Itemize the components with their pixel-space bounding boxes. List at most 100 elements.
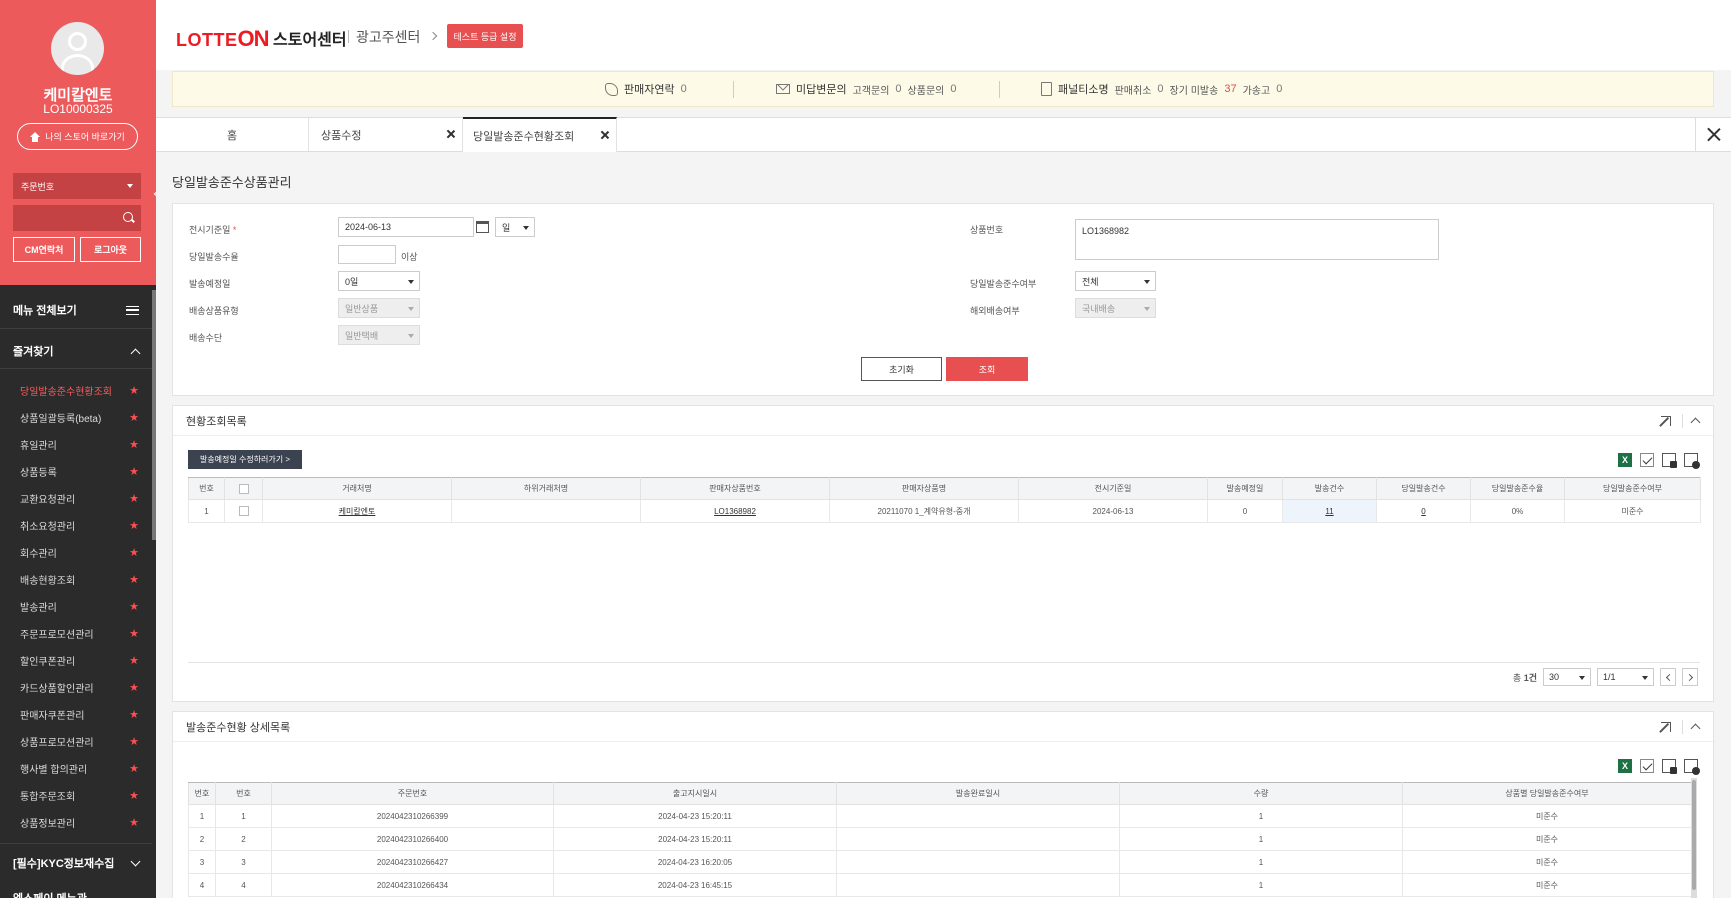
star-icon[interactable]: ★ [129,573,139,586]
column-header[interactable]: 하위거래처명 [451,477,641,500]
long-unshipped-count[interactable]: 37 [1224,83,1236,95]
order-search-type-select[interactable]: 주문번호 [13,173,141,199]
select-all-checkbox[interactable] [238,483,249,494]
favorite-item[interactable]: 당일발송준수현황조회 ★ [0,377,152,404]
star-icon[interactable]: ★ [129,465,139,478]
my-store-button[interactable]: 나의 스토어 바로가기 [17,123,138,150]
save-icon[interactable] [1662,759,1677,774]
table-cell-link[interactable]: 11 [1282,499,1377,523]
product-no-textarea[interactable]: LO1368982 [1075,219,1439,260]
tab-product-edit[interactable]: 상품수정 [309,118,463,151]
star-icon[interactable]: ★ [129,411,139,424]
table-row[interactable]: 4 4 2024042310266434 2024-04-23 16:45:15… [188,873,1692,897]
column-header[interactable]: 출고지시일시 [553,782,837,805]
save-icon[interactable] [1662,453,1677,468]
favorite-item[interactable]: 휴일관리 ★ [0,431,152,458]
period-unit-select[interactable]: 일 [495,217,535,237]
column-header[interactable]: 발송예정일 [1207,477,1283,500]
column-header[interactable]: 번호 [188,477,225,500]
favorite-item[interactable]: 카드상품할인관리 ★ [0,674,152,701]
favorite-item[interactable]: 상품일괄등록(beta) ★ [0,404,152,431]
detail-scrollbar[interactable] [1691,778,1697,898]
column-header[interactable]: 상품별 당일발송준수여부 [1402,782,1692,805]
check-icon[interactable] [1640,453,1654,467]
reset-button[interactable]: 초기화 [861,357,942,381]
column-header[interactable]: 판매자상품명 [829,477,1019,500]
column-header[interactable]: 당일발송준수율 [1470,477,1565,500]
star-icon[interactable]: ★ [129,762,139,775]
search-button[interactable]: 조회 [946,357,1028,381]
favorite-item[interactable]: 판매자쿠폰관리 ★ [0,701,152,728]
column-header-select-all[interactable] [224,477,263,500]
row-checkbox[interactable] [238,506,249,516]
close-icon[interactable] [600,130,610,140]
cm-contact-button[interactable]: CM연락처 [13,237,75,262]
column-header[interactable]: 수량 [1119,782,1403,805]
column-header[interactable]: 번호 [188,782,216,805]
tab-same-day-shipping[interactable]: 당일발송준수현황조회 [463,117,617,152]
star-icon[interactable]: ★ [129,654,139,667]
favorite-item[interactable]: 발송관리 ★ [0,593,152,620]
column-header[interactable]: 판매자상품번호 [640,477,830,500]
tab-home[interactable]: 홈 [156,118,309,151]
table-row[interactable]: 3 3 2024042310266427 2024-04-23 16:20:05… [188,850,1692,874]
star-icon[interactable]: ★ [129,681,139,694]
expand-icon[interactable] [1661,416,1671,426]
favorite-item[interactable]: 교환요청관리 ★ [0,485,152,512]
favorite-item[interactable]: 회수관리 ★ [0,539,152,566]
column-header[interactable]: 당일발송건수 [1376,477,1471,500]
seller-contact-count[interactable]: 0 [681,83,687,95]
star-icon[interactable]: ★ [129,627,139,640]
star-icon[interactable]: ★ [129,519,139,532]
table-row[interactable]: 1 케미칼엔토 LO1368982 20211070 1_계약유형-중개 202… [188,499,1701,523]
table-cell-link[interactable]: 케미칼엔토 [262,499,452,523]
favorite-item[interactable]: 상품등록 ★ [0,458,152,485]
column-header[interactable]: 주문번호 [271,782,554,805]
column-header[interactable]: 발송건수 [1282,477,1377,500]
sidebar-scrollbar[interactable] [152,290,156,540]
customer-inquiry-count[interactable]: 0 [895,83,901,95]
favorite-item[interactable]: 상품프로모션관리 ★ [0,728,152,755]
column-header[interactable]: 번호 [215,782,272,805]
star-icon[interactable]: ★ [129,789,139,802]
test-grade-button[interactable]: 테스트 등급 설정 [447,24,523,48]
order-search-input[interactable] [13,205,141,231]
seller-contact[interactable]: 판매자연락 0 [605,81,687,97]
ship-due-select[interactable]: 0일 [338,271,420,291]
star-icon[interactable]: ★ [129,438,139,451]
prev-page-button[interactable] [1660,668,1676,686]
favorites-header[interactable]: 즐겨찾기 [0,337,152,365]
table-cell-link[interactable]: 0 [1376,499,1471,523]
search-icon[interactable] [123,212,133,222]
chevron-up-icon[interactable] [1690,723,1701,734]
gear-icon[interactable] [1684,759,1700,775]
next-page-button[interactable] [1682,668,1698,686]
star-icon[interactable]: ★ [129,816,139,829]
sidebar-collapse-toggle[interactable] [152,178,156,212]
lotteon-logo[interactable]: LOTTEON [176,26,270,52]
row-select-cell[interactable] [224,499,263,523]
excel-icon[interactable]: X [1618,759,1632,773]
table-cell-link[interactable]: LO1368982 [640,499,830,523]
calendar-icon[interactable] [476,221,489,233]
favorite-item[interactable]: 통합주문조회 ★ [0,782,152,809]
column-header[interactable]: 전시기준일 [1018,477,1208,500]
ad-center-link[interactable]: 광고주센터 [356,27,420,47]
favorite-item[interactable]: 취소요청관리 ★ [0,512,152,539]
expand-icon[interactable] [1661,722,1671,732]
star-icon[interactable]: ★ [129,600,139,613]
fake-ship-count[interactable]: 0 [1276,83,1282,95]
same-day-rate-stepper[interactable] [338,245,396,264]
favorite-item[interactable]: 상품정보관리 ★ [0,809,152,836]
product-inquiry-count[interactable]: 0 [950,83,956,95]
check-icon[interactable] [1640,759,1654,773]
star-icon[interactable]: ★ [129,384,139,397]
page-select[interactable]: 1/1 [1597,668,1654,686]
chevron-up-icon[interactable] [1690,417,1701,428]
excel-icon[interactable]: X [1618,453,1632,467]
star-icon[interactable]: ★ [129,735,139,748]
kyc-menu-header[interactable]: [필수]KYC정보재수집 [0,849,152,877]
display-date-input[interactable]: 2024-06-13 [338,217,474,237]
close-all-tabs-icon[interactable] [1695,118,1731,151]
menu-all-button[interactable]: 메뉴 전체보기 [0,296,152,324]
